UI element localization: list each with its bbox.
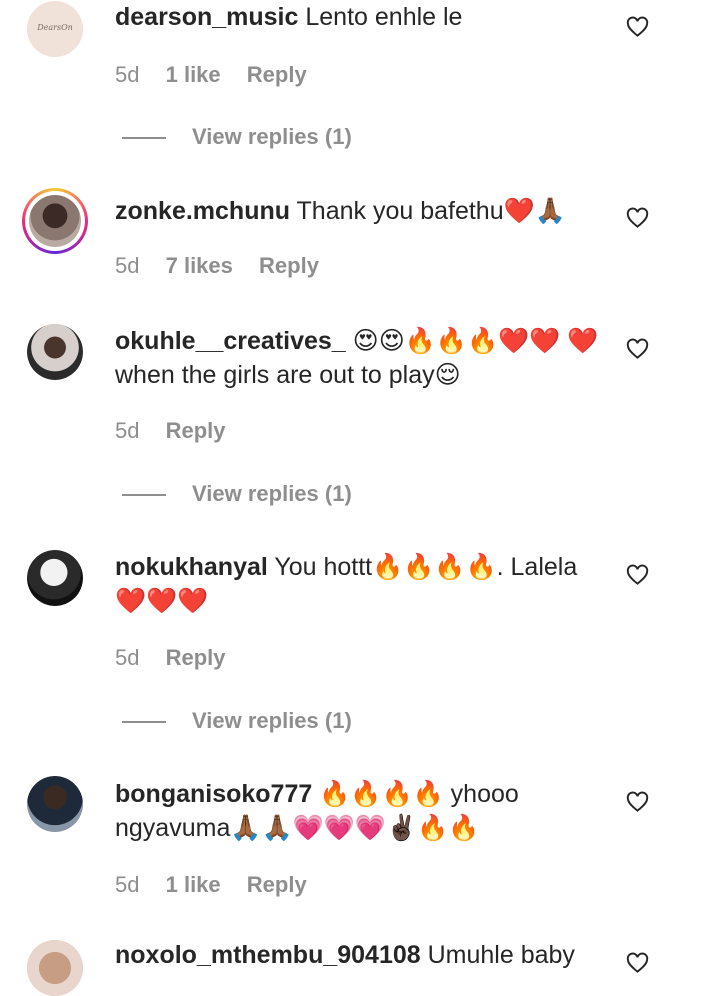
view-replies-button[interactable]: View replies (1) <box>122 124 352 150</box>
comment-username[interactable]: noxolo_mthembu_904108 <box>115 941 421 969</box>
heart-outline-icon[interactable] <box>626 16 649 39</box>
avatar[interactable] <box>27 940 83 996</box>
reply-button[interactable]: Reply <box>166 645 226 671</box>
reply-button[interactable]: Reply <box>247 62 307 88</box>
comment-meta: 5d Reply <box>115 418 246 444</box>
heart-outline-icon[interactable] <box>626 564 649 587</box>
avatar[interactable]: DearsOn <box>27 1 83 57</box>
heart-outline-icon[interactable] <box>626 207 649 230</box>
avatar-logo-text: DearsOn <box>37 23 73 32</box>
comment-username[interactable]: nokukhanyal <box>115 553 268 581</box>
comment-username[interactable]: bonganisoko777 <box>115 780 312 808</box>
comment-body: dearson_music Lento enhle le <box>115 0 605 34</box>
view-replies-label: View replies (1) <box>192 124 352 149</box>
comment-username[interactable]: zonke.mchunu <box>115 197 290 225</box>
avatar-photo <box>29 195 81 247</box>
comment-body: nokukhanyal You hottt🔥🔥🔥🔥. Lalela ❤️❤️❤️ <box>115 550 605 618</box>
view-replies-button[interactable]: View replies (1) <box>122 708 352 734</box>
comment-meta: 5d 7 likes Reply <box>115 253 339 279</box>
comment-username[interactable]: okuhle__creatives_ <box>115 327 346 355</box>
comment-likes[interactable]: 1 like <box>166 62 221 88</box>
comment-text: Thank you bafethu❤️🙏🏾 <box>296 197 566 225</box>
divider-line <box>122 137 166 140</box>
comment-time: 5d <box>115 418 140 443</box>
avatar[interactable] <box>22 188 88 254</box>
heart-outline-icon[interactable] <box>626 952 649 975</box>
comment-username[interactable]: dearson_music <box>115 3 298 31</box>
reply-button[interactable]: Reply <box>166 418 226 444</box>
comment-time: 5d <box>115 62 140 87</box>
comment-meta: 5d 1 like Reply <box>115 872 327 898</box>
avatar-photo <box>27 550 83 606</box>
comment-body: bonganisoko777 🔥🔥🔥🔥 yhooo ngyavuma🙏🏾🙏🏾💗💗… <box>115 777 605 845</box>
avatar[interactable] <box>27 324 83 380</box>
avatar-photo <box>27 776 83 832</box>
comment-likes[interactable]: 7 likes <box>166 253 233 279</box>
heart-outline-icon[interactable] <box>626 791 649 814</box>
heart-outline-icon[interactable] <box>626 338 649 361</box>
comment-meta: 5d Reply <box>115 645 246 671</box>
avatar-photo <box>27 324 83 380</box>
view-replies-button[interactable]: View replies (1) <box>122 481 352 507</box>
view-replies-label: View replies (1) <box>192 481 352 506</box>
avatar[interactable] <box>27 550 83 606</box>
reply-button[interactable]: Reply <box>259 253 319 279</box>
divider-line <box>122 494 166 497</box>
comment-text: Lento enhle le <box>305 3 463 31</box>
reply-button[interactable]: Reply <box>247 872 307 898</box>
comment-time: 5d <box>115 645 140 670</box>
comment-body: noxolo_mthembu_904108 Umuhle baby <box>115 938 605 972</box>
comment-text: Umuhle baby <box>427 941 575 969</box>
comment-meta: 5d 1 like Reply <box>115 62 327 88</box>
view-replies-label: View replies (1) <box>192 708 352 733</box>
comment-time: 5d <box>115 872 140 897</box>
divider-line <box>122 721 166 724</box>
comment-body: zonke.mchunu Thank you bafethu❤️🙏🏾 <box>115 194 605 228</box>
avatar[interactable] <box>27 776 83 832</box>
comment-likes[interactable]: 1 like <box>166 872 221 898</box>
comment-time: 5d <box>115 253 140 278</box>
comment-body: okuhle__creatives_ 😍😍🔥🔥🔥❤️❤️ ❤️when the … <box>115 324 605 392</box>
avatar-photo <box>27 940 83 996</box>
